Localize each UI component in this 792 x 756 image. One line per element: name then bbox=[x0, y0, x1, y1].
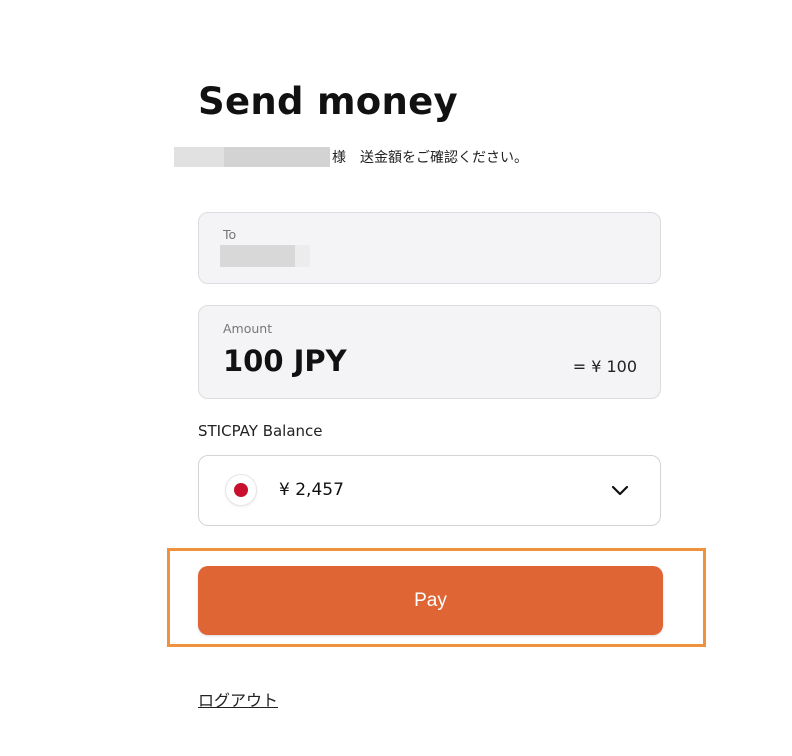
redacted-user-name bbox=[174, 147, 330, 167]
recipient-field: To bbox=[198, 212, 661, 284]
amount-value: 100 JPY bbox=[223, 344, 347, 378]
amount-field: Amount 100 JPY = ¥ 100 bbox=[198, 305, 661, 399]
logout-link[interactable]: ログアウト bbox=[198, 687, 278, 711]
balance-label: STICPAY Balance bbox=[198, 422, 323, 440]
amount-converted: = ¥ 100 bbox=[572, 357, 637, 376]
flag-red-circle bbox=[234, 483, 248, 497]
amount-label: Amount bbox=[223, 321, 273, 336]
page-title: Send money bbox=[198, 80, 458, 123]
pay-button[interactable]: Pay bbox=[198, 566, 663, 635]
confirmation-message: 様 送金額をご確認ください。 bbox=[174, 146, 528, 168]
chevron-down-icon[interactable] bbox=[610, 480, 630, 500]
redacted-recipient bbox=[220, 245, 310, 267]
japan-flag-icon bbox=[225, 474, 257, 506]
confirmation-text: 様 送金額をご確認ください。 bbox=[332, 150, 528, 166]
balance-value: ¥ 2,457 bbox=[279, 480, 344, 500]
recipient-label: To bbox=[223, 227, 237, 242]
balance-select[interactable]: ¥ 2,457 bbox=[198, 455, 661, 526]
